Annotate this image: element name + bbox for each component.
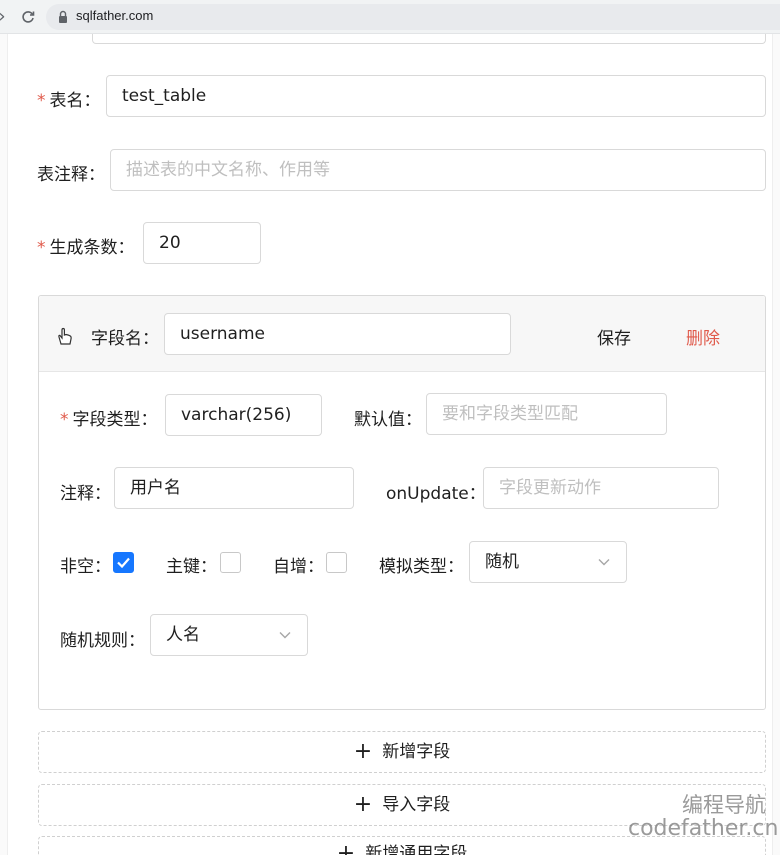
table-comment-label: 表注释：: [37, 165, 105, 185]
plus-icon: +: [353, 739, 373, 764]
table-comment-input[interactable]: 描述表的中文名称、作用等: [110, 149, 766, 191]
page-edge: [0, 34, 8, 855]
save-button[interactable]: 保存: [597, 324, 631, 349]
auto-increment-label: 自增：: [273, 557, 324, 577]
field-type-input[interactable]: varchar(256): [165, 394, 322, 436]
chevron-down-icon: [279, 632, 291, 639]
auto-increment-checkbox[interactable]: [326, 552, 347, 573]
field-type-label: * 字段类型：: [60, 410, 158, 430]
check-icon: [117, 557, 130, 569]
plus-icon: +: [336, 841, 356, 855]
mock-type-value: 随机: [485, 552, 519, 572]
mock-count-label: * 生成条数：: [37, 238, 135, 258]
plus-icon: +: [353, 792, 373, 817]
forward-icon[interactable]: ›: [0, 5, 14, 29]
onupdate-input[interactable]: 字段更新动作: [483, 467, 719, 509]
required-mark: *: [60, 410, 69, 430]
random-rule-value: 人名: [166, 625, 200, 645]
page-edge: [772, 34, 780, 855]
onupdate-label: onUpdate：: [386, 484, 486, 504]
random-rule-label: 随机规则：: [60, 631, 145, 651]
primary-key-checkbox[interactable]: [220, 552, 241, 573]
field-name-label: 字段名：: [91, 329, 159, 349]
default-value-input[interactable]: 要和字段类型匹配: [426, 393, 667, 435]
mock-count-input[interactable]: 20: [143, 222, 261, 264]
table-name-label: * 表名：: [37, 91, 101, 111]
table-name-input[interactable]: test_table: [106, 75, 766, 117]
drag-handle-icon[interactable]: [56, 326, 74, 346]
not-null-checkbox[interactable]: [113, 552, 134, 573]
previous-input[interactable]: [92, 34, 766, 44]
default-value-label: 默认值：: [354, 410, 422, 430]
not-null-label: 非空：: [60, 557, 111, 577]
add-field-button[interactable]: + 新增字段: [38, 731, 766, 773]
primary-key-label: 主键：: [166, 557, 217, 577]
browser-toolbar: › sqlfather.com: [0, 0, 780, 34]
chevron-down-icon: [598, 559, 610, 566]
delete-button[interactable]: 删除: [686, 324, 720, 349]
reload-icon[interactable]: [16, 5, 40, 29]
url-text[interactable]: sqlfather.com: [76, 8, 153, 23]
comment-label: 注释：: [60, 484, 111, 504]
comment-input[interactable]: 用户名: [114, 467, 354, 509]
field-name-input[interactable]: username: [164, 313, 511, 355]
mock-type-label: 模拟类型：: [379, 557, 464, 577]
watermark-url: codefather.cn: [628, 816, 779, 841]
required-mark: *: [37, 238, 46, 258]
watermark-title: 编程导航: [682, 793, 766, 817]
address-bar[interactable]: [46, 4, 780, 30]
lock-icon: [59, 10, 67, 23]
required-mark: *: [37, 91, 46, 111]
